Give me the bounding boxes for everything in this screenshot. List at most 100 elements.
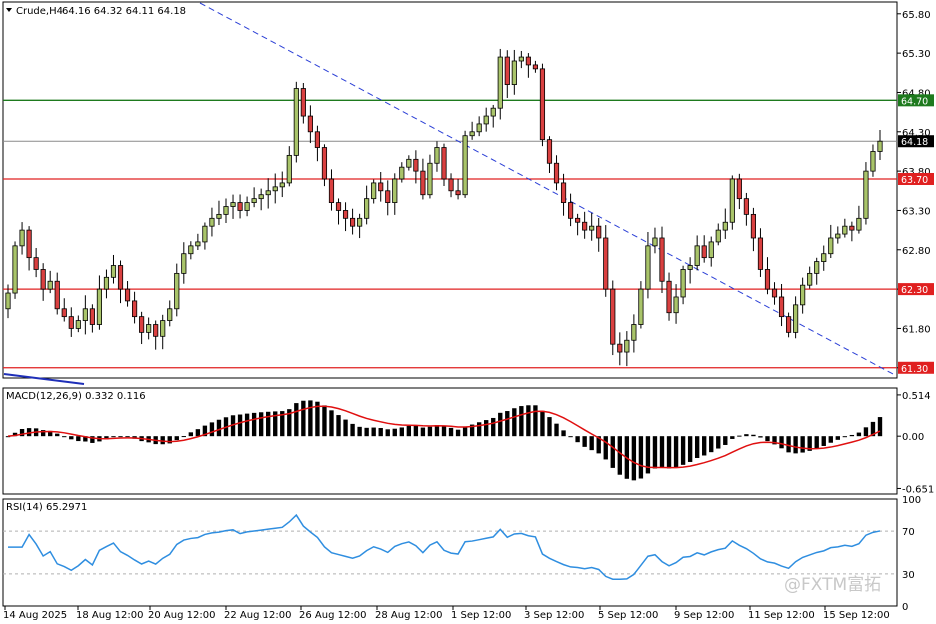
macd-bar xyxy=(610,436,615,468)
macd-bar xyxy=(462,426,468,437)
macd-bar xyxy=(399,427,404,437)
candle-up xyxy=(877,140,883,152)
macd-bar xyxy=(526,405,531,437)
macd-bar xyxy=(849,434,855,437)
candle-up xyxy=(631,324,637,341)
time-tick-label: 3 Sep 12:00 xyxy=(524,610,584,621)
macd-bar xyxy=(498,412,503,437)
macd-bar xyxy=(547,417,552,437)
price-tick-label: 61.80 xyxy=(902,324,931,335)
rsi-tick-label: 70 xyxy=(902,527,915,538)
candle-up xyxy=(638,288,644,325)
candle-down xyxy=(560,182,567,203)
macd-bar xyxy=(336,415,341,437)
macd-bar xyxy=(702,436,707,456)
macd-bar xyxy=(814,436,819,449)
price-tick-label: 62.80 xyxy=(902,246,931,257)
candle-down xyxy=(757,237,764,270)
candle-down xyxy=(378,182,384,192)
candle-up xyxy=(694,245,700,266)
macd-bar xyxy=(779,436,784,449)
macd-bar xyxy=(69,436,74,440)
time-tick-label: 28 Aug 12:00 xyxy=(375,610,442,621)
candle-up xyxy=(110,265,117,278)
macd-bar xyxy=(786,436,791,453)
macd-bar xyxy=(765,436,770,442)
macd-bar xyxy=(237,414,243,437)
macd-bar xyxy=(821,436,826,446)
macd-bar xyxy=(111,436,116,438)
candle-up xyxy=(729,178,735,223)
candle-down xyxy=(849,225,855,231)
candle-up xyxy=(399,166,405,180)
candle-down xyxy=(89,308,95,325)
candle-down xyxy=(659,237,665,282)
candle-down xyxy=(139,316,145,333)
macd-bar xyxy=(484,420,489,437)
level-tag-label: 64.70 xyxy=(901,96,928,107)
macd-bar xyxy=(62,436,67,438)
macd-bar xyxy=(188,432,194,437)
candle-down xyxy=(441,147,447,180)
macd-bar xyxy=(638,436,644,479)
rsi-tick-label: 0 xyxy=(902,602,908,613)
time-tick-label: 14 Aug 2025 xyxy=(3,610,67,621)
current-price-label: 64.18 xyxy=(901,137,928,148)
candle-down xyxy=(582,221,588,231)
candle-up xyxy=(863,170,869,219)
candle-up xyxy=(708,241,714,259)
candle-up xyxy=(103,276,110,290)
candle-up xyxy=(680,269,686,298)
candle-up xyxy=(265,190,271,196)
candle-up xyxy=(497,56,503,109)
macd-bar xyxy=(329,410,334,437)
macd-bar xyxy=(680,436,686,465)
macd-bar xyxy=(209,422,215,437)
candle-down xyxy=(307,115,313,133)
candle-up xyxy=(624,339,630,353)
macd-signal-line xyxy=(7,405,881,469)
macd-bar xyxy=(744,434,749,437)
macd-bar xyxy=(800,436,805,453)
level-tag-label: 62.30 xyxy=(901,285,928,296)
macd-bar xyxy=(666,436,672,469)
candle-down xyxy=(420,170,426,196)
macd-bar xyxy=(441,426,447,437)
candle-up xyxy=(12,245,18,294)
time-tick-label: 22 Aug 12:00 xyxy=(224,610,291,621)
candle-up xyxy=(673,296,679,314)
candle-up xyxy=(286,154,292,184)
macd-bar xyxy=(519,406,524,437)
candle-down xyxy=(603,237,609,290)
rsi-tick-label: 100 xyxy=(902,495,921,506)
candle-down xyxy=(33,257,39,270)
macd-bar xyxy=(828,436,833,443)
level-tag-label: 61.30 xyxy=(901,364,928,375)
candle-up xyxy=(828,237,834,255)
candle-down xyxy=(596,225,602,239)
macd-panel-frame xyxy=(2,387,898,495)
macd-bar xyxy=(568,436,573,438)
macd-bar xyxy=(364,427,369,437)
time-tick-label: 26 Aug 12:00 xyxy=(299,610,366,621)
time-tick-label: 5 Sep 12:00 xyxy=(598,610,658,621)
macd-bar xyxy=(737,435,742,437)
candle-up xyxy=(209,217,215,227)
macd-bar xyxy=(631,436,637,481)
macd-bar xyxy=(343,419,348,437)
candle-up xyxy=(82,308,88,321)
macd-bar xyxy=(561,430,566,437)
candle-up xyxy=(195,241,201,247)
candle-down xyxy=(61,308,67,318)
candle-down xyxy=(764,269,771,290)
macd-bar xyxy=(540,410,545,437)
candle-up xyxy=(814,261,820,274)
candle-down xyxy=(350,217,356,227)
price-tick-label: 65.30 xyxy=(902,49,931,60)
candle-down xyxy=(701,245,707,259)
candle-up xyxy=(5,292,11,310)
candle-up xyxy=(518,56,524,62)
candle-up xyxy=(645,245,651,290)
candle-up xyxy=(715,229,721,243)
candle-up xyxy=(687,265,693,270)
